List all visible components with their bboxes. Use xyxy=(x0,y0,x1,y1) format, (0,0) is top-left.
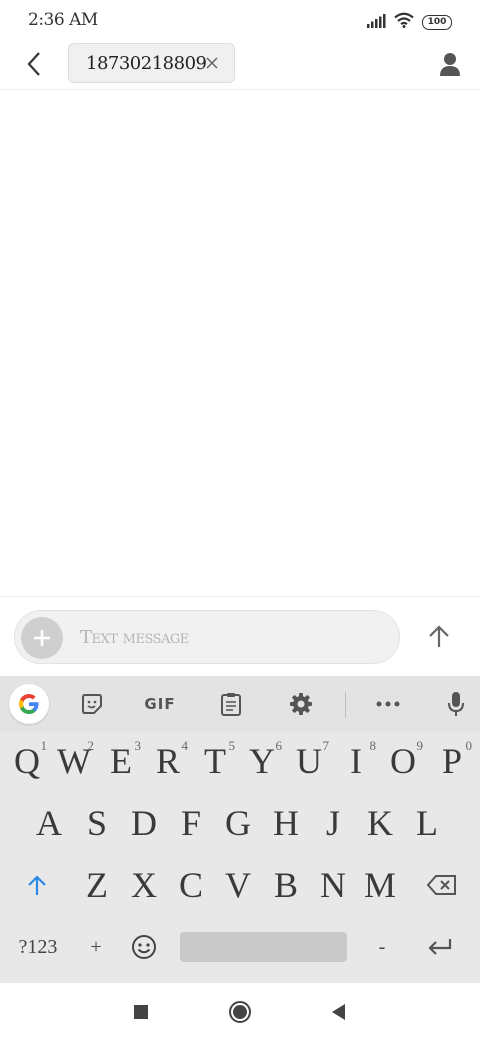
google-icon[interactable] xyxy=(9,684,49,724)
toolbar-divider xyxy=(345,692,346,718)
status-bar: 2:36 AM 100 xyxy=(0,0,480,40)
shift-arrow-icon xyxy=(28,875,46,895)
keyboard: GIF Q 1 W 2 E 3 R 4 T 5 Y 6 U 7 I 8 O 9 … xyxy=(0,676,480,982)
navigation-bar xyxy=(0,982,480,1040)
wifi-icon xyxy=(394,12,414,32)
key-v[interactable]: V xyxy=(216,858,260,912)
recents-square-icon xyxy=(134,1005,148,1019)
back-arrow-icon xyxy=(27,52,40,76)
key-o[interactable]: O9 xyxy=(381,734,425,788)
key-k[interactable]: K xyxy=(358,796,402,850)
add-attachment-button[interactable] xyxy=(21,617,63,659)
home-circle-icon xyxy=(229,1001,251,1023)
battery-icon: 100 xyxy=(422,14,452,30)
symbols-key[interactable]: ?123 xyxy=(14,920,62,974)
key-l[interactable]: L xyxy=(405,796,449,850)
key-c[interactable]: C xyxy=(169,858,213,912)
plus-key[interactable]: + xyxy=(74,920,118,974)
back-button[interactable] xyxy=(18,48,50,80)
contact-icon xyxy=(440,53,460,76)
status-time: 2:36 AM xyxy=(28,10,98,30)
key-r[interactable]: R4 xyxy=(146,734,190,788)
key-s[interactable]: S xyxy=(75,796,119,850)
enter-key[interactable] xyxy=(418,920,462,974)
dash-key[interactable]: - xyxy=(360,920,404,974)
key-t[interactable]: T5 xyxy=(193,734,237,788)
signal-icon xyxy=(366,13,386,32)
settings-icon[interactable] xyxy=(281,686,321,722)
key-y[interactable]: Y6 xyxy=(240,734,284,788)
plus-icon xyxy=(34,630,50,646)
send-button[interactable] xyxy=(422,619,456,653)
key-w[interactable]: W2 xyxy=(52,734,96,788)
key-n[interactable]: N xyxy=(311,858,355,912)
contact-button[interactable] xyxy=(434,48,466,80)
message-input[interactable]: Text message xyxy=(14,610,400,664)
message-placeholder: Text message xyxy=(80,627,189,648)
key-d[interactable]: D xyxy=(122,796,166,850)
sticker-icon[interactable] xyxy=(72,686,112,722)
key-z[interactable]: Z xyxy=(75,858,119,912)
back-triangle-icon xyxy=(332,1004,345,1020)
key-h[interactable]: H xyxy=(264,796,308,850)
send-arrow-icon xyxy=(429,625,449,647)
key-m[interactable]: M xyxy=(358,858,402,912)
key-j[interactable]: J xyxy=(311,796,355,850)
conversation-header: 18730218809 xyxy=(0,40,480,90)
key-u[interactable]: U7 xyxy=(287,734,331,788)
clipboard-icon[interactable] xyxy=(211,686,251,722)
recents-button[interactable] xyxy=(126,997,156,1027)
emoji-icon xyxy=(132,935,156,959)
key-p[interactable]: P0 xyxy=(430,734,474,788)
key-e[interactable]: E3 xyxy=(99,734,143,788)
compose-bar: Text message xyxy=(0,596,480,676)
backspace-key[interactable] xyxy=(420,858,464,912)
key-g[interactable]: G xyxy=(216,796,260,850)
recipient-number: 18730218809 xyxy=(86,52,207,74)
recipient-chip[interactable]: 18730218809 xyxy=(68,43,235,83)
back-nav-button[interactable] xyxy=(323,997,353,1027)
key-q[interactable]: Q1 xyxy=(5,734,49,788)
keyboard-toolbar: GIF xyxy=(0,676,480,732)
gif-icon[interactable]: GIF xyxy=(140,686,180,722)
spacebar[interactable] xyxy=(180,932,347,962)
gif-label: GIF xyxy=(144,695,176,713)
emoji-key[interactable] xyxy=(122,920,166,974)
more-icon[interactable] xyxy=(368,686,408,722)
key-a[interactable]: A xyxy=(27,796,71,850)
key-f[interactable]: F xyxy=(169,796,213,850)
home-button[interactable] xyxy=(225,997,255,1027)
shift-key[interactable] xyxy=(15,858,59,912)
key-x[interactable]: X xyxy=(122,858,166,912)
status-icons: 100 xyxy=(366,12,452,32)
backspace-icon xyxy=(427,875,456,895)
key-b[interactable]: B xyxy=(264,858,308,912)
conversation-area[interactable] xyxy=(0,91,480,596)
mic-icon[interactable] xyxy=(436,686,476,722)
key-i[interactable]: I8 xyxy=(334,734,378,788)
close-icon[interactable] xyxy=(204,54,220,72)
enter-icon xyxy=(428,939,452,955)
